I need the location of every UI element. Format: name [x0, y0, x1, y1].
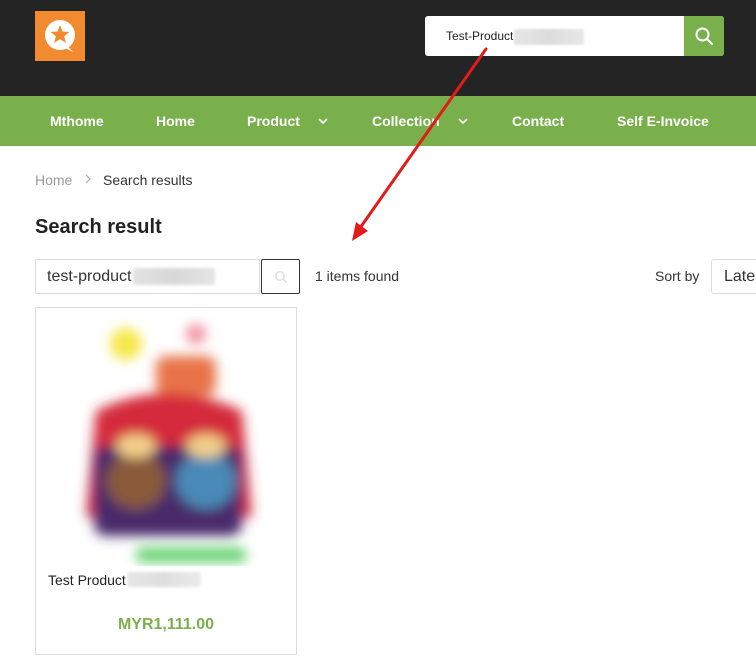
sort-label: Sort by	[655, 268, 700, 284]
site-header	[0, 0, 756, 96]
site-logo[interactable]	[35, 11, 85, 61]
product-price: MYR1,111.00	[117, 616, 215, 633]
redacted-text	[127, 572, 201, 587]
breadcrumb-current: Search results	[103, 172, 193, 188]
star-chat-icon	[45, 20, 75, 52]
items-found-count: 1 items found	[315, 268, 400, 284]
page-title: Search result	[35, 216, 162, 238]
nav-item-product[interactable]: Product	[247, 96, 300, 146]
nav-item-home[interactable]: Home	[156, 96, 195, 146]
sort-select[interactable]: Latest	[711, 259, 756, 294]
redacted-text	[514, 29, 584, 45]
nav-item-mthome[interactable]: Mthome	[50, 96, 104, 146]
product-card[interactable]: Test Product MYR1,111.00	[35, 307, 297, 655]
redacted-text	[133, 268, 215, 285]
chevron-right-icon	[85, 174, 91, 184]
nav-item-collection[interactable]: Collection	[372, 96, 440, 146]
breadcrumb-home-link[interactable]: Home	[35, 172, 72, 188]
product-name[interactable]: Test Product	[48, 572, 126, 588]
nav-item-self-e-invoice[interactable]: Self E-Invoice	[617, 96, 709, 146]
nav-item-contact[interactable]: Contact	[512, 96, 564, 146]
main-nav: Mthome Home Product Collection Contact S…	[0, 96, 756, 146]
search-icon	[275, 271, 287, 283]
product-image[interactable]	[66, 316, 270, 566]
chevron-down-icon[interactable]	[458, 116, 468, 126]
header-search-button[interactable]	[684, 16, 724, 56]
chevron-down-icon[interactable]	[318, 116, 328, 126]
result-search-button[interactable]	[261, 259, 300, 294]
search-icon	[695, 27, 713, 45]
